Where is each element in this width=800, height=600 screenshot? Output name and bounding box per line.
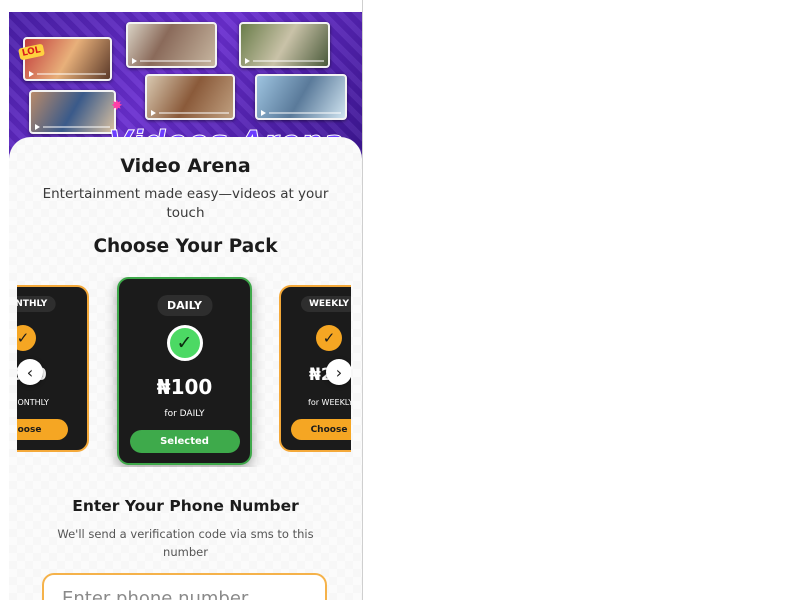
chevron-left-icon[interactable]: ‹	[17, 359, 43, 385]
video-thumbnail	[255, 74, 347, 120]
page-subtitle: Entertainment made easy—videos at your t…	[42, 186, 329, 221]
pack-carousel: MONTHLY ✓ ₦500 for MONTHLY Choose DAILY …	[17, 277, 351, 467]
pack-price: ₦100	[156, 375, 213, 399]
check-icon: ✓	[166, 325, 203, 361]
pack-badge: DAILY	[157, 295, 212, 316]
pack-badge: WEEKLY	[300, 296, 351, 312]
pack-badge: MONTHLY	[17, 296, 56, 312]
choose-button[interactable]: Choose	[291, 419, 351, 440]
phone-number-input[interactable]	[42, 573, 327, 600]
chevron-right-icon[interactable]: ›	[326, 359, 351, 385]
content-card: Video Arena Entertainment made easy—vide…	[9, 137, 362, 600]
choose-button[interactable]: Choose	[17, 419, 68, 440]
pack-period: for DAILY	[164, 409, 205, 419]
selected-button[interactable]: Selected	[129, 430, 240, 453]
page-title: Video Arena	[120, 155, 251, 177]
check-icon: ✓	[17, 325, 36, 351]
phone-heading: Enter Your Phone Number	[72, 497, 299, 515]
pack-card-daily[interactable]: DAILY ✓ ₦100 for DAILY Selected	[117, 277, 252, 465]
pack-heading: Choose Your Pack	[93, 236, 278, 257]
video-thumbnail	[29, 90, 116, 134]
sparkle-icon: ✸	[111, 98, 123, 114]
phone-subtext: We'll send a verification code via sms t…	[57, 527, 314, 559]
pack-period: for WEEKLY	[308, 398, 351, 407]
video-thumbnail	[145, 74, 235, 120]
check-icon: ✓	[316, 325, 342, 351]
video-thumbnail	[126, 22, 217, 68]
video-thumbnail	[23, 37, 112, 81]
video-thumbnail	[239, 22, 330, 68]
mobile-viewport: LOL ✸ Videos Arena Video Arena Entertain…	[9, 0, 363, 600]
pack-period: for MONTHLY	[17, 398, 49, 407]
